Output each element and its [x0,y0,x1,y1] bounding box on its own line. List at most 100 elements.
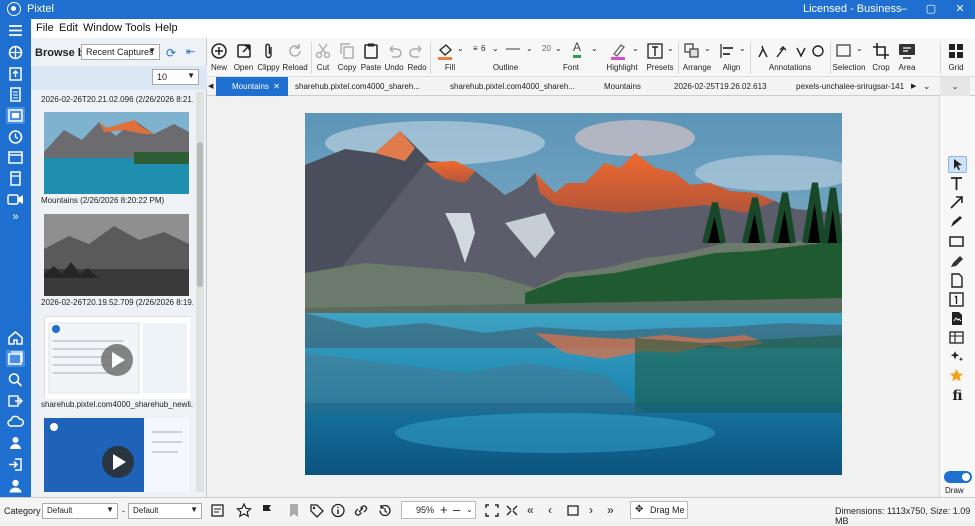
rectangle-tool-icon[interactable] [948,234,967,251]
crop-button[interactable]: Crop [869,38,893,75]
thumbnail-mountains-bw[interactable] [44,214,189,296]
window-icon[interactable] [6,149,25,166]
tab-scroll-left-icon[interactable]: ◀ [208,77,216,96]
subcategory-select[interactable]: Default ▼ [128,503,202,519]
cut-button[interactable]: Cut [313,38,333,75]
tab-sharehub-1[interactable]: sharehub.pixtel.com4000_shareh... [295,77,431,96]
align-dropdown[interactable]: ⌄ Align [715,38,748,75]
cloud-icon[interactable] [6,413,25,430]
step-number-tool-icon[interactable] [948,292,967,309]
menu-window[interactable]: Window [83,22,122,34]
fill-dropdown[interactable]: ⌄ Fill [432,38,468,75]
menu-help[interactable]: Help [155,22,178,34]
next-capture-icon[interactable]: › [589,503,593,517]
zoom-level[interactable]: 95% [416,505,434,515]
menu-edit[interactable]: Edit [59,22,78,34]
highlight-dropdown[interactable]: ⌄ Highlight [603,38,641,75]
expand-chevron-icon[interactable]: » [6,211,25,228]
maximize-button[interactable]: ▢ [920,1,942,17]
font-size-value[interactable]: 20 [542,44,551,53]
hamburger-menu-icon[interactable] [6,22,25,39]
close-tab-icon[interactable]: ✕ [273,77,280,96]
area-button[interactable]: Area [894,38,920,75]
highlighter-tool-icon[interactable] [948,254,967,271]
redo-button[interactable]: Redo [406,38,428,75]
fit-to-window-icon[interactable] [484,503,500,518]
outline-width-value[interactable]: 6 [481,44,485,53]
scrollbar-thumb[interactable] [197,142,203,287]
actual-size-icon[interactable] [504,503,520,518]
tab-mountains[interactable]: Mountains ✕ [216,77,288,96]
draw-toggle[interactable] [944,471,972,483]
search-icon[interactable] [6,371,25,388]
capture-icon[interactable] [6,44,25,61]
first-capture-icon[interactable]: « [527,503,534,517]
copy-button[interactable]: Copy [335,38,359,75]
font-ligature-icon[interactable]: fi [948,388,967,405]
collapse-panel-icon[interactable]: ⇤ [186,45,200,59]
timer-icon[interactable] [6,128,25,145]
capture-count-select[interactable]: 10 ▼ [152,69,199,85]
presets-dropdown[interactable]: ⌄ Presets [643,38,677,75]
undo-button[interactable]: Undo [383,38,405,75]
tab-list-icon[interactable]: ⌄ [923,77,933,96]
arrange-dropdown[interactable]: ⌄ Arrange [680,38,714,75]
home-icon[interactable] [6,329,25,346]
tab-overflow-icon[interactable]: ⌄ [940,77,970,96]
chevron-down-icon[interactable]: ⌄ [466,505,473,514]
font-controls[interactable]: 20 ⌄ A ⌄ Font [542,38,600,75]
grid-button[interactable]: Grid [944,38,968,75]
thumbnail-mountains[interactable] [44,112,189,194]
team-icon[interactable] [6,434,25,451]
properties-icon[interactable] [210,503,226,518]
tab-scroll-right-icon[interactable]: ▶ [911,77,919,96]
outline-controls[interactable]: ≡ 6 ⌄ ⌄ Outline [469,38,542,75]
thumbnail-blue-video[interactable] [44,418,189,492]
zoom-in-button[interactable]: + [440,502,448,517]
info-icon[interactable] [330,503,346,518]
drag-me-button[interactable]: ✥ Drag Me [630,501,688,519]
refresh-icon[interactable]: ⟳ [166,46,180,60]
category-select[interactable]: Default ▼ [42,503,118,519]
open-button[interactable]: Open [231,38,256,75]
selection-dropdown[interactable]: ⌄ Selection [832,38,866,75]
mountain-lake-image[interactable] [305,113,842,475]
tab-capture-timestamp[interactable]: 2026-02-25T19.26.02.613 [674,77,786,96]
menu-file[interactable]: File [36,22,54,34]
annotations-group[interactable]: Annotations [752,38,828,75]
last-capture-icon[interactable]: » [607,503,614,517]
browse-source-select[interactable]: Recent Captures ▼ [81,44,160,60]
reload-button[interactable]: Reload [281,38,309,75]
flag-icon[interactable] [259,503,275,518]
text-tool-icon[interactable] [948,176,967,193]
region-capture-icon[interactable] [6,107,25,124]
tab-pexels[interactable]: pexels-unchalee-srirugsar-141 [796,77,909,96]
account-icon[interactable] [6,477,25,494]
menu-tools[interactable]: Tools [125,22,151,34]
new-button[interactable]: New [207,38,231,75]
previous-capture-icon[interactable]: ‹ [548,503,552,517]
zoom-out-button[interactable]: – [453,502,460,517]
video-icon[interactable] [6,191,25,208]
document-icon[interactable] [6,86,25,103]
pen-tool-icon[interactable] [948,214,967,231]
sign-in-icon[interactable] [6,456,25,473]
star-icon[interactable] [235,502,253,518]
library-icon[interactable] [6,350,25,367]
editor-canvas[interactable] [207,96,939,497]
link-icon[interactable] [353,503,369,518]
tab-sharehub-2[interactable]: sharehub.pixtel.com4000_shareh... [450,77,586,96]
note-tool-icon[interactable] [948,273,967,290]
close-button[interactable]: ✕ [949,1,971,17]
arrow-tool-icon[interactable] [948,195,967,212]
star-favorite-icon[interactable] [948,368,967,385]
minimize-button[interactable]: – [893,1,915,17]
share-icon[interactable] [6,392,25,409]
bookmark-icon[interactable] [286,503,302,518]
upload-icon[interactable] [6,65,25,82]
paste-button[interactable]: Paste [359,38,383,75]
select-tool-icon[interactable] [948,156,967,173]
table-tool-icon[interactable] [948,330,967,347]
history-icon[interactable] [377,503,393,518]
image-stamp-tool-icon[interactable] [948,311,967,328]
